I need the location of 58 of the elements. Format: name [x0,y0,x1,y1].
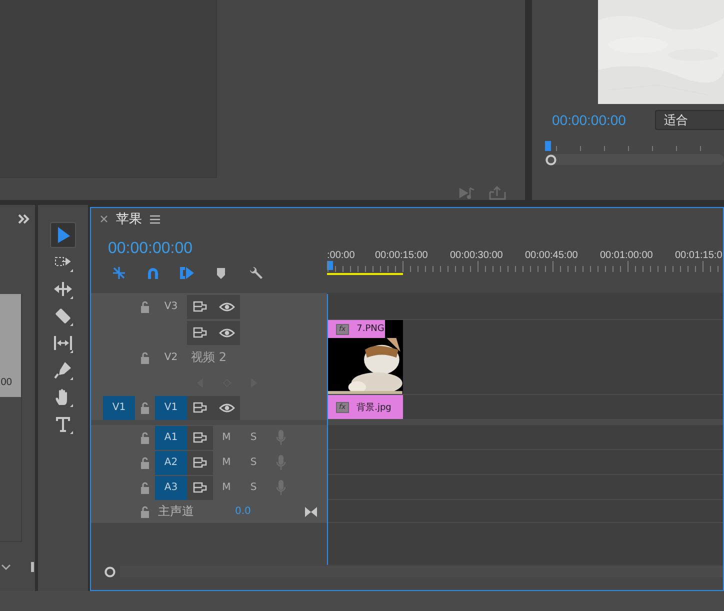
film-icon[interactable] [193,457,207,468]
clip-name: 背景.jpg [356,402,392,414]
track-name: 主声道 [157,503,195,520]
film-icon[interactable] [193,402,207,413]
chevron-down-icon[interactable] [1,564,11,570]
lock-icon[interactable] [140,482,150,494]
track-target-button[interactable]: V1 [155,396,187,420]
close-icon[interactable] [100,215,108,223]
eye-icon[interactable] [218,402,234,412]
linked-selection-icon[interactable] [179,265,195,281]
solo-button[interactable]: S [250,482,257,493]
film-icon[interactable] [193,327,207,338]
timecode-text: 00:00:00:00 [108,240,193,258]
track-target-button[interactable]: A1 [155,426,187,450]
track-target-button[interactable]: V2 [155,345,187,370]
track-target-button[interactable]: V3 [155,293,187,320]
solo-button[interactable]: S [250,432,257,443]
source-patch-button[interactable]: V1 [103,396,135,420]
ruler-label: 00:00:45:00 [525,250,579,261]
mute-button[interactable]: M [222,432,231,443]
scroll-handle-icon[interactable] [545,154,557,166]
zoom-dropdown[interactable]: 适合 [655,110,724,130]
chevron-double-icon[interactable] [18,214,30,224]
magnet-icon[interactable] [145,265,161,281]
slider-handle-icon[interactable] [31,562,34,572]
mute-button[interactable]: M [222,482,231,493]
sequence-tab[interactable]: 苹果 [116,210,142,228]
nest-icon[interactable] [111,265,127,281]
scrollbar[interactable] [545,154,724,165]
track-name: 视频 2 [190,349,228,366]
film-icon[interactable] [193,432,207,443]
scroll-handle-icon[interactable] [104,566,116,578]
timecode-text: 00:00:00:00 [552,112,627,128]
solo-button[interactable]: S [250,457,257,468]
wrench-icon[interactable] [247,265,263,281]
ruler-label: 00:01:00:00 [600,250,654,261]
clip-name: 7.PNG [356,324,384,334]
lock-icon[interactable] [140,456,150,468]
film-icon[interactable] [193,301,207,312]
bowtie-icon[interactable] [304,506,316,516]
lock-icon[interactable] [140,402,150,414]
eye-icon[interactable] [218,302,234,312]
scrollbar[interactable] [120,566,723,577]
track-target-button[interactable]: A3 [155,476,187,500]
ruler-label: 00:00:15:00 [375,250,429,261]
timecode-text: :00 [0,377,12,388]
mute-button[interactable]: M [222,457,231,468]
eye-icon[interactable] [218,328,234,338]
ruler-label: :00:00 [327,250,356,261]
menu-icon[interactable] [150,214,160,224]
lock-icon[interactable] [140,432,150,444]
lock-icon[interactable] [140,352,150,364]
track-target-button[interactable]: A2 [155,450,187,474]
lock-icon[interactable] [140,506,150,518]
lock-icon[interactable] [140,300,150,312]
film-icon[interactable] [193,482,207,493]
ruler-label: 00:00:30:00 [450,250,504,261]
ruler-label: 00:01:15:0 [675,250,723,261]
